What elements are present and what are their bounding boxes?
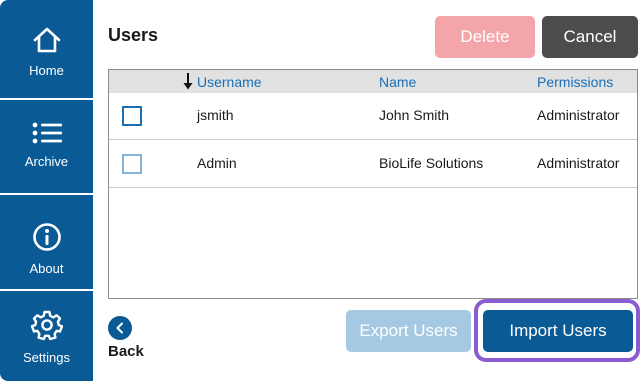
column-header-username[interactable]: Username [197,74,262,90]
app-frame: Home Archive About Settings Users Delete… [0,0,643,381]
delete-button[interactable]: Delete [435,16,535,58]
cancel-button[interactable]: Cancel [542,16,638,58]
sort-down-arrow-icon[interactable] [182,72,194,91]
name-cell: John Smith [379,107,450,123]
sidebar-item-label: Settings [23,350,70,365]
column-header-permissions[interactable]: Permissions [537,74,613,90]
chevron-left-icon [108,316,132,340]
import-users-button[interactable]: Import Users [483,310,633,352]
row-checkbox[interactable] [122,106,142,126]
home-icon [32,26,62,59]
info-icon [32,222,62,257]
sidebar-divider [0,289,93,291]
sidebar-item-label: Home [29,63,64,78]
page-title: Users [108,25,159,45]
list-icon [31,121,63,150]
row-checkbox[interactable] [122,154,142,174]
sidebar-item-home[interactable]: Home [0,26,93,78]
back-button[interactable]: Back [108,316,144,360]
permissions-cell: Administrator [537,155,620,171]
table-row[interactable]: Admin BioLife Solutions Administrator [109,141,637,188]
sidebar-item-settings[interactable]: Settings [0,309,93,365]
sidebar: Home Archive About Settings [0,0,93,381]
table-header: Username Name Permissions [109,70,637,93]
column-header-name[interactable]: Name [379,74,416,90]
username-cell: Admin [197,155,237,171]
sidebar-divider [0,193,93,195]
sidebar-item-label: Archive [24,154,69,169]
export-users-button[interactable]: Export Users [346,310,471,352]
sidebar-divider [0,98,93,100]
sidebar-item-archive[interactable]: Archive [0,121,93,169]
users-table: Username Name Permissions jsmith John Sm… [108,69,638,299]
sidebar-item-label: About [29,261,64,276]
table-row[interactable]: jsmith John Smith Administrator [109,93,637,140]
sidebar-item-about[interactable]: About [0,222,93,276]
username-cell: jsmith [197,107,234,123]
gear-icon [30,309,63,346]
permissions-cell: Administrator [537,107,620,123]
back-label: Back [108,343,144,360]
name-cell: BioLife Solutions [379,155,484,171]
